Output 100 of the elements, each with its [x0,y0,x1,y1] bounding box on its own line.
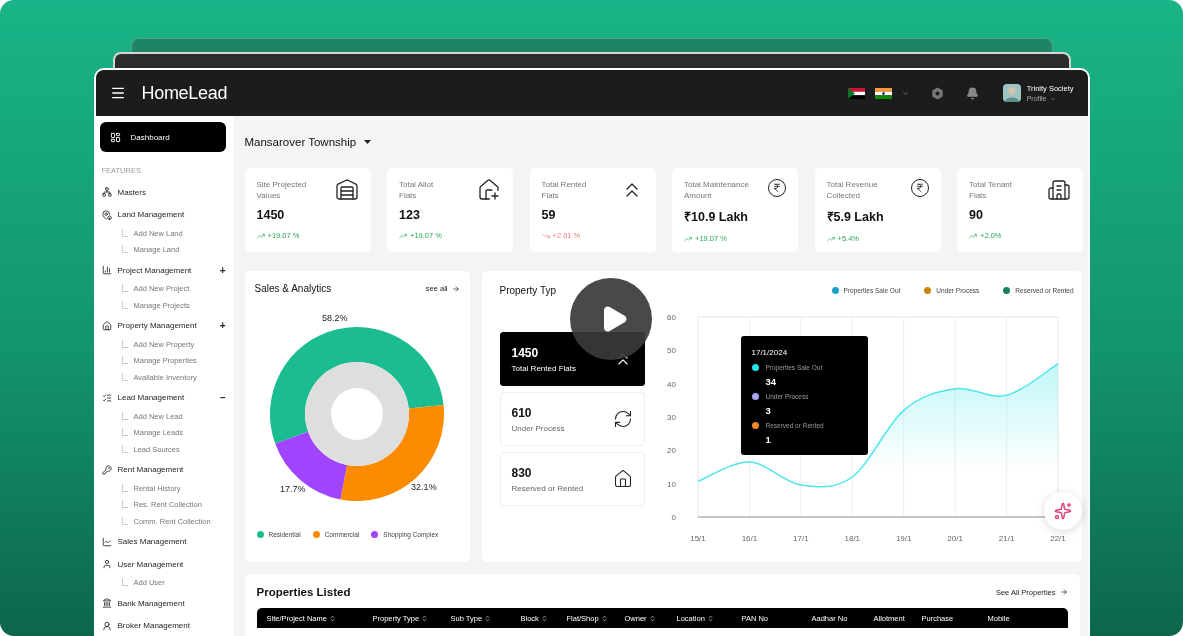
assistant-button[interactable] [1043,492,1082,530]
sparkle-icon [1053,502,1072,520]
sort-icon[interactable] [540,614,548,622]
house-icon [477,178,501,202]
menu-group[interactable]: Project Management [117,265,214,275]
axis-label: 30 [666,413,676,422]
axis-label: 15/1 [689,534,706,543]
sort-icon[interactable] [706,614,714,622]
trend-up-icon [399,231,407,240]
card-title: Property Typ [499,285,556,296]
axis-label: 17/1 [792,534,809,543]
trend-up-icon [256,231,265,240]
stat-value: 90 [969,208,984,222]
tile-value: 1450 [511,345,540,360]
trend-down-icon [541,231,550,240]
stat-value: 123 [399,208,421,222]
trend-up-icon [826,234,835,243]
sort-icon[interactable] [648,614,656,622]
stat-value: ₹10.9 Lakh [684,209,749,225]
menu-icon-glyph [101,464,112,475]
dashboard-icon [109,131,121,143]
tooltip-value: 1 [764,434,771,445]
stat-value: 1450 [256,208,286,222]
stat-value: 59 [541,208,557,222]
slice-label: 17.7% [279,484,305,495]
flag-icon[interactable] [847,87,865,99]
expand-toggle[interactable]: + [219,264,226,276]
menu-group[interactable]: Masters [117,187,226,197]
avatar[interactable] [1002,84,1021,102]
trend-up-icon [969,231,977,240]
donut-hole [330,388,383,440]
sort-icon[interactable] [421,614,429,622]
arrow-right-icon [451,284,460,293]
tile-label: Total Rented Flats [511,363,576,373]
logo: HomeLead [141,82,228,104]
expand-toggle[interactable]: + [219,320,226,332]
menu-icon-glyph [101,559,112,570]
arrow-right-icon [1059,588,1068,596]
expand-toggle[interactable]: – [219,392,226,404]
menu-group[interactable]: Rent Management [117,465,226,475]
tile-value: 610 [511,405,533,420]
house-icon [612,469,633,489]
axis-label: 21/1 [998,534,1014,543]
sort-icon[interactable] [484,614,492,622]
menu-group[interactable]: Property Management [117,321,214,331]
caret-icon[interactable] [1049,95,1056,102]
menu-group[interactable]: Lead Management [117,393,214,403]
menu-group[interactable]: Land Management [117,210,226,220]
menu-icon-glyph [101,320,112,331]
menu-group[interactable]: User Management [117,559,226,569]
refresh-icon [612,409,633,429]
menu-icon-glyph [101,392,112,403]
flag-icon[interactable] [874,87,892,99]
card-title: Properties Listed [256,586,351,598]
axis-label: 19/1 [895,534,911,543]
dashboard-item[interactable]: Dashboard [99,122,226,152]
menu-icon-glyph [101,536,112,547]
tile-label: Under Process [511,423,565,433]
slice-label: 32.1% [410,482,437,492]
tooltip-value: 3 [764,405,771,416]
stat-label: Total Revenue Collected [826,180,878,201]
stat-label: Total Tenant Flats [969,180,1012,201]
axis-label: 10 [666,479,676,489]
sort-icon[interactable] [600,614,608,622]
axis-label: 20 [666,446,676,456]
menu-icon[interactable] [109,85,126,101]
bell-icon[interactable] [965,86,979,100]
tooltip-date: 17/1/2024 [751,348,789,357]
axis-label: 40 [666,379,676,389]
stat-label: Total Maintenance Amount [684,180,749,201]
sort-icon[interactable] [328,614,336,622]
summary-tile[interactable]: 830 Reserved or Rented [499,452,645,506]
dropdown-caret-icon[interactable] [364,140,372,144]
axis-label: 20/1 [946,534,963,543]
tile-label: Reserved or Rented [511,483,584,493]
caret-icon[interactable] [901,89,909,97]
axis-label: 0 [671,513,676,522]
menu-group[interactable]: Sales Management [117,537,226,547]
axis-label: 50 [666,346,676,356]
menu-icon-glyph [101,620,112,631]
slice-label: 58.2% [321,312,347,323]
stat-label: Total Rented Flats [541,180,587,201]
settings-icon[interactable] [930,86,944,100]
warehouse-icon [334,178,359,202]
stat-value: ₹5.9 Lakh [826,209,885,225]
menu-icon-glyph [101,209,112,220]
tile-value: 830 [511,465,533,480]
stat-label: Total Allot Flats [399,180,434,201]
card-title: Sales & Analytics [254,283,332,294]
menu-group[interactable]: Bank Management [117,598,226,608]
menu-icon-glyph [101,265,112,276]
tooltip-value: 34 [764,376,777,387]
summary-tile[interactable]: 610 Under Process [499,392,645,446]
building-icon [1047,178,1071,202]
project-title[interactable]: Mansarover Township [244,136,357,148]
menu-group[interactable]: Broker Management [117,621,226,631]
menu-icon-glyph [101,187,112,198]
axis-label: 60 [666,313,676,322]
axis-label: 16/1 [741,534,757,543]
axis-label: 18/1 [844,534,860,543]
